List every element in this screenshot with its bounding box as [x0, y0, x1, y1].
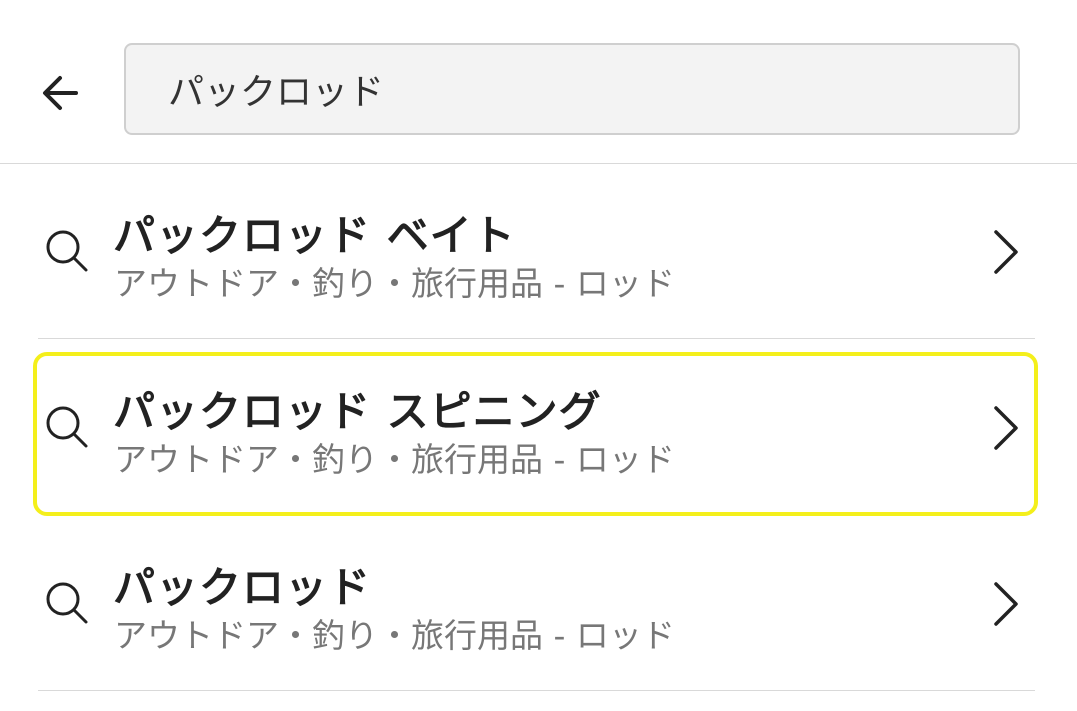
suggestion-category: アウトドア・釣り・旅行用品 - ロッド	[114, 616, 675, 655]
suggestion-category: アウトドア・釣り・旅行用品 - ロッド	[114, 264, 675, 303]
suggestion-row[interactable]: パックロッド スピニング アウトドア・釣り・旅行用品 - ロッド	[33, 340, 1038, 516]
search-header	[0, 0, 1077, 164]
chevron-right-icon	[994, 230, 1018, 274]
search-icon	[46, 406, 88, 448]
row-divider	[38, 338, 1035, 339]
search-box[interactable]	[124, 43, 1020, 135]
suggestion-title: パックロッド ベイト	[113, 211, 516, 260]
search-icon	[46, 582, 88, 624]
chevron-right-icon	[994, 582, 1018, 626]
chevron-right-icon	[994, 406, 1018, 450]
suggestion-title: パックロッド スピニング	[113, 387, 602, 436]
search-input[interactable]	[126, 45, 1018, 133]
suggestion-title: パックロッド	[113, 563, 372, 612]
arrow-left-icon	[43, 76, 78, 110]
search-icon	[46, 230, 88, 272]
suggestion-category: アウトドア・釣り・旅行用品 - ロッド	[114, 440, 675, 479]
row-divider	[38, 690, 1035, 691]
back-button[interactable]	[30, 66, 90, 120]
suggestion-row[interactable]: パックロッド アウトドア・釣り・旅行用品 - ロッド	[38, 516, 1035, 691]
suggestion-row[interactable]: パックロッド ベイト アウトドア・釣り・旅行用品 - ロッド	[38, 164, 1035, 339]
